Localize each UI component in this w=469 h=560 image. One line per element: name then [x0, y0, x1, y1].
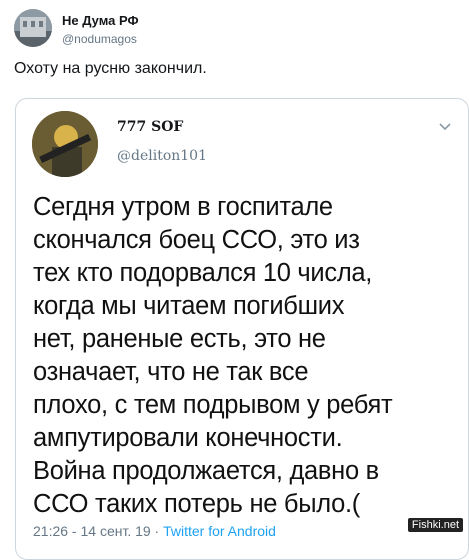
quoted-tweet-text: Сегдня утром в госпитале скончался боец …	[33, 193, 393, 518]
author-handle[interactable]: @nodumagos	[62, 32, 137, 46]
quoted-tweet-timestamp[interactable]: 21:26 - 14 сент. 19 ·	[33, 523, 159, 539]
quoted-tweet-source[interactable]: Twitter for Android	[163, 523, 276, 539]
quoted-author-avatar[interactable]	[32, 111, 98, 177]
quoted-tweet-footer: 21:26 - 14 сент. 19 · Twitter for Androi…	[33, 523, 276, 539]
watermark: Fishki.net	[407, 518, 463, 532]
quoted-tweet-card[interactable]: 777 SOF @deliton101 Сегдня утром в госпи…	[15, 98, 469, 560]
author-name[interactable]: Не Дума РФ	[62, 13, 139, 28]
quoted-author-name[interactable]: 777 SOF	[117, 119, 183, 135]
quoted-author-handle[interactable]: @deliton101	[117, 148, 207, 164]
author-avatar[interactable]	[14, 9, 52, 47]
tweet-text: Охоту на русню закончил.	[14, 60, 207, 77]
chevron-down-icon[interactable]	[438, 119, 454, 135]
